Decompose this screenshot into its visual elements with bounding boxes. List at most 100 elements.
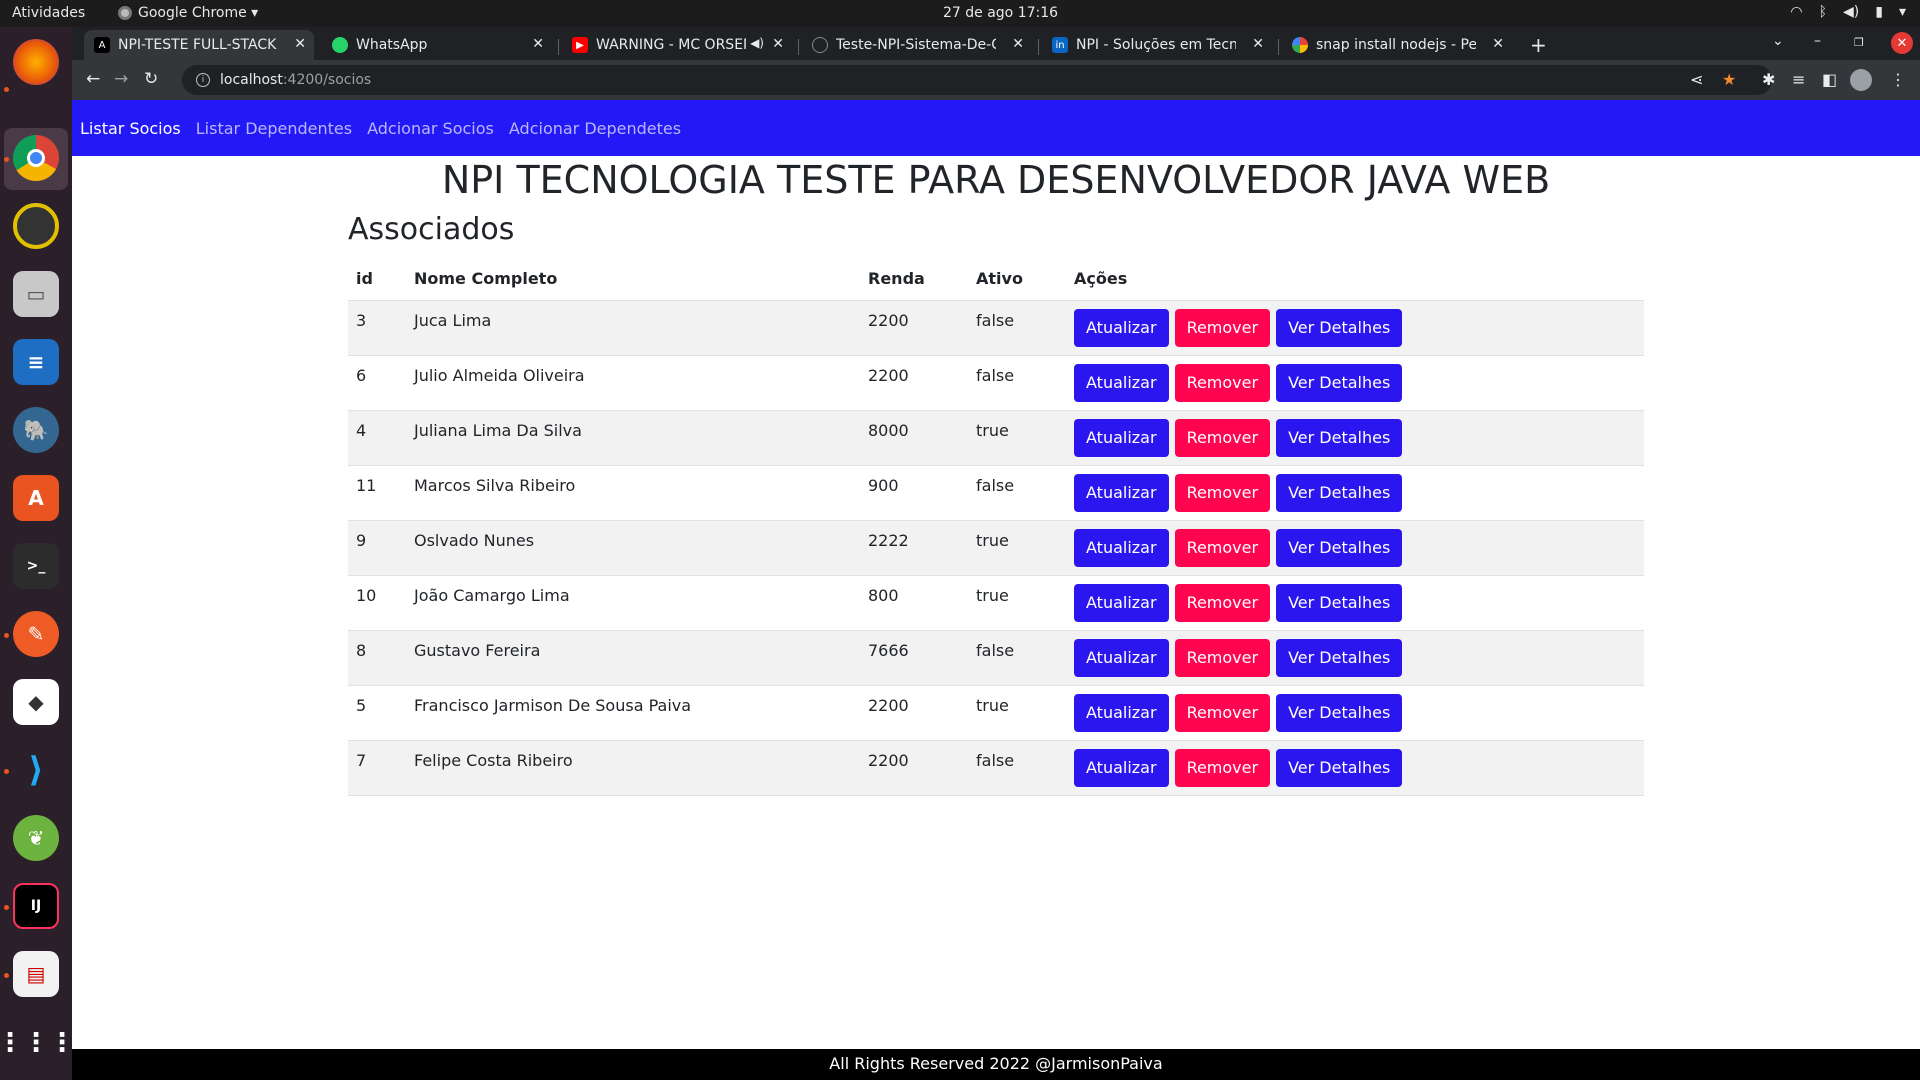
ver-detalhes-button[interactable]: Ver Detalhes	[1276, 473, 1403, 512]
new-tab-plus-icon[interactable]: +	[1530, 33, 1547, 57]
atualizar-button[interactable]: Atualizar	[1074, 308, 1169, 347]
close-icon[interactable]: ✕	[1252, 36, 1264, 52]
document-viewer-icon[interactable]: ▤	[13, 951, 59, 997]
atualizar-button[interactable]: Atualizar	[1074, 363, 1169, 402]
cell-id: 8	[348, 630, 406, 686]
chrome-menu-icon[interactable]: ⋮	[1890, 70, 1906, 89]
terminal-icon[interactable]: >_	[13, 543, 59, 589]
activities-button[interactable]: Atividades	[12, 5, 85, 21]
atualizar-button[interactable]: Atualizar	[1074, 583, 1169, 622]
tab-google-search[interactable]: snap install nodejs - Pesqu ✕	[1282, 30, 1512, 60]
firefox-icon[interactable]	[13, 39, 59, 85]
tab-separator	[1278, 39, 1279, 55]
app-navbar: Listar Socios Listar Dependentes Adciona…	[72, 100, 1920, 156]
atualizar-button[interactable]: Atualizar	[1074, 638, 1169, 677]
writer-icon[interactable]: ≡	[13, 339, 59, 385]
atualizar-button[interactable]: Atualizar	[1074, 528, 1169, 567]
remover-button[interactable]: Remover	[1174, 583, 1271, 622]
cell-ativo: false	[968, 740, 1066, 796]
cell-nome: Marcos Silva Ribeiro	[406, 465, 860, 521]
table-header-row: id Nome Completo Renda Ativo Ações	[348, 258, 1644, 301]
close-icon[interactable]: ✕	[1012, 36, 1024, 52]
nav-listar-socios[interactable]: Listar Socios	[80, 119, 181, 138]
system-tray[interactable]: ◠ ᛒ ◀) ▮ ▾	[1790, 4, 1906, 20]
side-panel-icon[interactable]: ◧	[1822, 70, 1837, 89]
nav-adcionar-socios[interactable]: Adcionar Socios	[367, 119, 494, 138]
close-icon[interactable]: ✕	[294, 36, 306, 52]
cell-ativo: true	[968, 410, 1066, 466]
remover-button[interactable]: Remover	[1174, 363, 1271, 402]
remover-button[interactable]: Remover	[1174, 638, 1271, 677]
intellij-icon[interactable]: IJ	[13, 883, 59, 929]
nav-listar-dependentes[interactable]: Listar Dependentes	[196, 119, 352, 138]
running-indicator	[4, 973, 9, 978]
tab-youtube[interactable]: ▶ WARNING - MC ORSEN ◀) ✕	[562, 30, 792, 60]
remover-button[interactable]: Remover	[1174, 693, 1271, 732]
cell-id: 5	[348, 685, 406, 741]
tab-whatsapp[interactable]: WhatsApp ✕	[322, 30, 552, 60]
tab-linkedin[interactable]: in NPI - Soluções em Tecnolo ✕	[1042, 30, 1272, 60]
atualizar-button[interactable]: Atualizar	[1074, 693, 1169, 732]
media-control-icon[interactable]: ≡	[1792, 70, 1805, 89]
dbeaver-icon[interactable]: ◆	[13, 679, 59, 725]
clock[interactable]: 27 de ago 17:16	[943, 5, 1058, 21]
rhythmbox-icon[interactable]	[13, 203, 59, 249]
files-icon[interactable]: ▭	[13, 271, 59, 317]
extensions-puzzle-icon[interactable]: ✱	[1762, 70, 1775, 89]
forward-arrow-icon[interactable]: →	[114, 69, 128, 89]
remover-button[interactable]: Remover	[1174, 308, 1271, 347]
chrome-icon[interactable]	[13, 135, 59, 181]
back-arrow-icon[interactable]: ←	[86, 69, 100, 89]
cell-ativo: false	[968, 355, 1066, 411]
audio-playing-icon[interactable]: ◀)	[750, 36, 764, 50]
web-page: Listar Socios Listar Dependentes Adciona…	[72, 100, 1920, 1080]
cell-acoes: Atualizar Remover Ver Detalhes	[1066, 575, 1644, 631]
window-close-icon[interactable]: ✕	[1891, 32, 1913, 54]
cell-ativo: true	[968, 520, 1066, 576]
atualizar-button[interactable]: Atualizar	[1074, 418, 1169, 457]
close-icon[interactable]: ✕	[1492, 36, 1504, 52]
bookmark-star-icon[interactable]: ★	[1722, 70, 1736, 89]
ver-detalhes-button[interactable]: Ver Detalhes	[1276, 308, 1403, 347]
site-info-icon[interactable]: i	[196, 73, 210, 87]
tab-search-chevron-icon[interactable]: ⌄	[1772, 33, 1784, 49]
remover-button[interactable]: Remover	[1174, 418, 1271, 457]
show-apps-icon[interactable]: ⋮⋮⋮	[0, 1020, 75, 1066]
share-icon[interactable]: ⋖	[1690, 70, 1703, 89]
spring-tools-icon[interactable]: ❦	[13, 815, 59, 861]
postman-icon[interactable]: ✎	[13, 611, 59, 657]
software-center-icon[interactable]: A	[13, 475, 59, 521]
cell-id: 3	[348, 300, 406, 356]
restore-icon[interactable]: ❐	[1854, 36, 1864, 49]
cell-id: 11	[348, 465, 406, 521]
close-icon[interactable]: ✕	[532, 36, 544, 52]
minimize-icon[interactable]: –	[1814, 33, 1821, 49]
ver-detalhes-button[interactable]: Ver Detalhes	[1276, 693, 1403, 732]
ver-detalhes-button[interactable]: Ver Detalhes	[1276, 638, 1403, 677]
atualizar-button[interactable]: Atualizar	[1074, 748, 1169, 787]
app-menu[interactable]: Google Chrome ▾	[118, 5, 258, 21]
ver-detalhes-button[interactable]: Ver Detalhes	[1276, 748, 1403, 787]
reload-icon[interactable]: ↻	[144, 69, 158, 89]
remover-button[interactable]: Remover	[1174, 528, 1271, 567]
remover-button[interactable]: Remover	[1174, 473, 1271, 512]
ver-detalhes-button[interactable]: Ver Detalhes	[1276, 528, 1403, 567]
remover-button[interactable]: Remover	[1174, 748, 1271, 787]
atualizar-button[interactable]: Atualizar	[1074, 473, 1169, 512]
cell-acoes: Atualizar Remover Ver Detalhes	[1066, 685, 1644, 741]
vscode-icon[interactable]: ⟩	[13, 747, 59, 793]
tab-npi-teste[interactable]: A NPI-TESTE FULL-STACK ✕	[84, 30, 314, 60]
ver-detalhes-button[interactable]: Ver Detalhes	[1276, 363, 1403, 402]
cell-renda: 2200	[860, 300, 968, 356]
tab-github[interactable]: Teste-NPI-Sistema-De-Cad ✕	[802, 30, 1032, 60]
address-bar[interactable]: i localhost:4200/socios ⋖ ★	[182, 65, 1772, 95]
running-indicator	[4, 157, 9, 162]
ver-detalhes-button[interactable]: Ver Detalhes	[1276, 418, 1403, 457]
nav-adcionar-dependetes[interactable]: Adcionar Dependetes	[509, 119, 681, 138]
postgresql-icon[interactable]: 🐘	[13, 407, 59, 453]
table-row: 11 Marcos Silva Ribeiro 900 false Atuali…	[348, 465, 1644, 521]
profile-avatar[interactable]	[1850, 69, 1872, 91]
cell-acoes: Atualizar Remover Ver Detalhes	[1066, 740, 1644, 796]
ver-detalhes-button[interactable]: Ver Detalhes	[1276, 583, 1403, 622]
close-icon[interactable]: ✕	[772, 36, 784, 52]
